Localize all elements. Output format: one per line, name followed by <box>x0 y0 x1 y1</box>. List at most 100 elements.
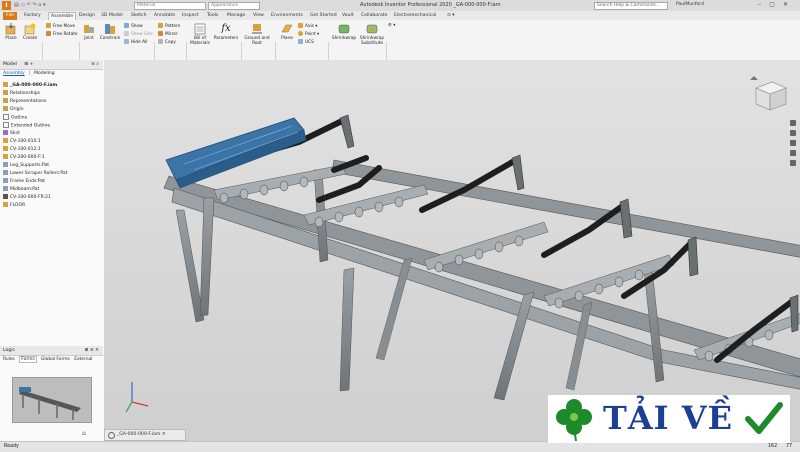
tree-item-leg-supports[interactable]: Leg_Supports:Pat <box>3 162 49 170</box>
document-tab[interactable]: _GA-000-000-F.iam ✕ <box>104 429 186 441</box>
show-sick-button[interactable]: Show Sick <box>124 31 153 37</box>
tree-item-extended-outline[interactable]: Extended Outline <box>3 122 50 130</box>
point-icon <box>298 31 303 36</box>
watermark-text: TẢI VỀ <box>603 399 733 437</box>
shrinkwrap-label: Shrinkwrap <box>331 36 357 41</box>
create-label: Create <box>22 36 38 41</box>
folder-icon <box>3 106 8 111</box>
shrinkwrap-substitute-button[interactable]: Shrinkwrap Substitute <box>358 23 386 46</box>
tab-rules[interactable]: Rules <box>3 357 15 362</box>
quick-access-toolbar[interactable]: ▤ ▭ ↶ ↷ ⌂ ▾ <box>14 2 45 8</box>
material-dropdown[interactable]: Material <box>134 2 206 10</box>
tab-inspect[interactable]: Inspect <box>182 12 199 20</box>
tab-view[interactable]: View <box>253 12 264 20</box>
mirror-button[interactable]: Mirror <box>158 31 178 37</box>
tab-environments[interactable]: Environments <box>271 12 303 20</box>
ground-and-root-button[interactable]: Ground and Root <box>243 23 271 46</box>
copy-button[interactable]: Copy <box>158 39 176 45</box>
home-tab-icon[interactable]: ⌂ <box>82 430 86 437</box>
tree-item-cv-100-010[interactable]: CV-100-010:1 <box>3 138 41 146</box>
tree-item-origin[interactable]: Origin <box>3 106 24 114</box>
window-controls[interactable]: –▢✕ <box>758 1 796 8</box>
pattern-icon <box>3 178 8 183</box>
constrain-button[interactable]: Constrain <box>98 23 122 41</box>
tab-design[interactable]: Design <box>79 12 95 20</box>
logic-tabs: Rules Forms Global Forms External <box>3 356 92 363</box>
tab-more-icon[interactable]: ⊙ ▾ <box>447 12 455 20</box>
show-button[interactable]: Show <box>124 23 143 29</box>
joint-icon <box>84 25 94 33</box>
tab-get-started[interactable]: Get Started <box>310 12 337 20</box>
sketch-icon <box>3 122 9 128</box>
bill-of-materials-button[interactable]: Bill of Materials <box>188 23 212 46</box>
parameters-label: Parameters <box>213 36 239 41</box>
panel-menu-icon[interactable]: ≡ ⌕ <box>91 60 99 69</box>
joint-label: Joint <box>84 36 94 41</box>
tab-external[interactable]: External <box>74 357 92 362</box>
appearance-dropdown[interactable]: Appearance <box>208 2 260 10</box>
component-icon <box>3 202 8 207</box>
create-component-icon <box>24 23 36 35</box>
tab-3d-model[interactable]: 3D Model <box>101 12 123 20</box>
tab-global-forms[interactable]: Global Forms <box>41 357 70 362</box>
tree-item-outline[interactable]: Outline <box>3 114 27 122</box>
inventor-logo-icon[interactable]: I <box>2 1 11 10</box>
ribbon-panel: Place Create Component ▾ Free Move Free … <box>0 20 800 77</box>
create-button[interactable]: Create <box>21 23 39 41</box>
ucs-button[interactable]: UCS <box>298 39 314 45</box>
document-tab-label: _GA-000-000-F.iam <box>117 432 161 437</box>
tab-forms[interactable]: Forms <box>19 356 37 363</box>
free-rotate-button[interactable]: Free Rotate <box>46 31 78 37</box>
tree-item-floor[interactable]: FLOOR <box>3 202 25 210</box>
logic-panel-menu-icon[interactable]: ⊞ ≡ ✕ <box>85 346 99 355</box>
tree-item-skid[interactable]: Skid <box>3 130 20 138</box>
tab-assembly[interactable]: Assembly <box>3 71 25 76</box>
search-help-input[interactable]: Search Help & Commands... <box>594 2 668 10</box>
copy-icon <box>158 39 163 44</box>
place-button[interactable]: Place <box>3 23 19 41</box>
pattern-button[interactable]: Pattern <box>158 23 180 29</box>
tree-item-cv-100-012[interactable]: CV-100-012:1 <box>3 146 41 154</box>
graphics-viewport[interactable] <box>104 60 800 441</box>
plane-button[interactable]: Plane <box>279 23 295 41</box>
component-icon <box>3 138 8 143</box>
free-rotate-icon <box>46 31 51 36</box>
parameters-button[interactable]: fx Parameters <box>213 23 239 41</box>
ground-root-label: Ground and Root <box>244 36 270 46</box>
plane-icon <box>281 24 293 33</box>
joint-button[interactable]: Joint <box>81 23 97 41</box>
status-text: Ready <box>4 444 19 449</box>
user-account[interactable]: PaulMunford <box>676 2 704 7</box>
shrinkwrap-button[interactable]: Shrinkwrap <box>330 23 358 41</box>
tab-factory[interactable]: Factory <box>24 12 41 20</box>
ribbon-settings-icon[interactable]: ⚙ ▾ <box>388 23 395 28</box>
tree-item-cv-200-000[interactable]: CV-200-000-F:1 <box>3 154 45 162</box>
skid-icon <box>3 130 8 135</box>
tab-sketch[interactable]: Sketch <box>131 12 146 20</box>
tree-item-representations[interactable]: Representations <box>3 98 47 106</box>
free-move-button[interactable]: Free Move <box>46 23 75 29</box>
tree-root[interactable]: _GA-000-000-F.iam <box>3 82 57 90</box>
add-tab-icon[interactable]: ⊞ + <box>24 62 33 67</box>
watermark-banner: TẢI VỀ <box>548 395 790 443</box>
tab-file[interactable]: File <box>3 12 17 20</box>
checkmark-icon <box>745 402 783 434</box>
hide-all-button[interactable]: Hide All <box>124 39 148 45</box>
tree-item-frame-ends[interactable]: Frame Ends:Pat <box>3 178 45 186</box>
tree-item-relationships[interactable]: Relationships <box>3 90 40 98</box>
view-cube-icon[interactable] <box>755 81 787 111</box>
model-panel-title: Model <box>3 62 17 67</box>
tab-modeling[interactable]: Modeling <box>34 71 54 76</box>
tab-annotate[interactable]: Annotate <box>154 12 175 20</box>
tab-vault[interactable]: Vault <box>342 12 354 20</box>
tab-tools[interactable]: Tools <box>207 12 218 20</box>
tab-collaborate[interactable]: Collaborate <box>361 12 387 20</box>
tree-item-lower-scraper-rollers[interactable]: Lower Scraper Rollers:Pat <box>3 170 67 178</box>
axis-button[interactable]: Axis ▾ <box>298 23 317 29</box>
tree-item-midbeam[interactable]: Midbeam:Pat <box>3 186 39 194</box>
tree-item-cv-100-000-fr[interactable]: CV-100-000-FR:21 <box>3 194 51 202</box>
tab-electromechanical[interactable]: Electromechanical <box>394 12 436 20</box>
shrinkwrap-sub-label: Shrinkwrap Substitute <box>359 36 385 46</box>
tab-manage[interactable]: Manage <box>227 12 245 20</box>
point-button[interactable]: Point ▾ <box>298 31 319 37</box>
